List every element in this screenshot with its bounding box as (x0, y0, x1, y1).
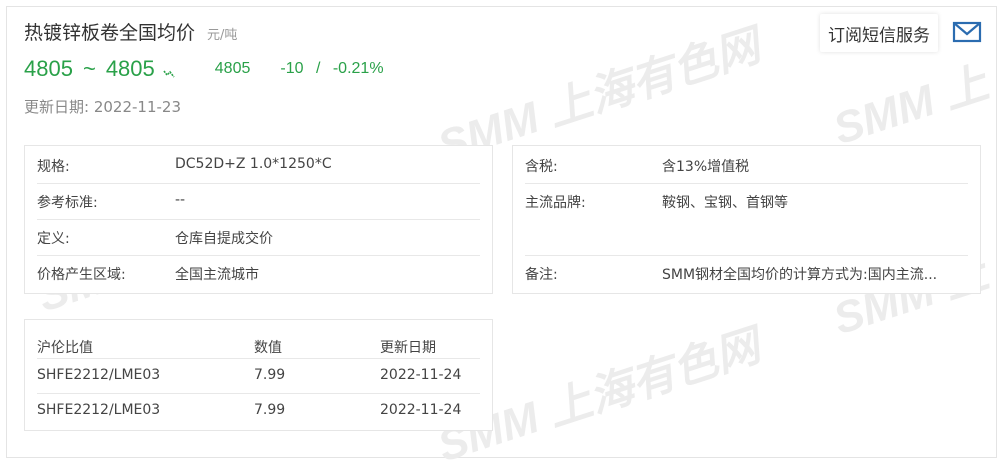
change-percent: -0.21% (332, 60, 384, 77)
price-unit: 元/吨 (207, 28, 238, 43)
mail-icon[interactable] (952, 20, 982, 48)
change-value: -10 (280, 60, 304, 77)
spec-label: 价格产生区域: (37, 267, 126, 283)
spec-value: 全国主流城市 (175, 267, 259, 283)
table-cell: SHFE2212/LME03 (37, 402, 161, 418)
spec-value: -- (175, 192, 186, 208)
spec-row: 主流品牌: 鞍钢、宝钢、首钢等 (525, 183, 968, 256)
spec-label: 备注: (525, 267, 558, 283)
table-row: SHFE2212/LME03 7.99 2022-11-24 (37, 393, 480, 428)
price-high: 4805 (105, 56, 155, 81)
price-row: 4805 ~ 4805 4805 -10 / -0.21% (24, 56, 384, 82)
spec-row: 定义: 仓库自提成交价 (37, 219, 480, 256)
spec-panel-right: 含税: 含13%增值税 主流品牌: 鞍钢、宝钢、首钢等 备注: SMM钢材全国均… (512, 145, 981, 294)
average-price: 4805 (214, 60, 251, 77)
page-title: 热镀锌板卷全国均价 (24, 22, 196, 44)
spec-panel-left: 规格: DC52D+Z 1.0*1250*C 参考标准: -- 定义: 仓库自提… (24, 145, 493, 294)
update-label: 更新日期: (24, 98, 90, 116)
price-change: -10 / -0.21% (280, 60, 383, 78)
change-separator: / (315, 60, 321, 77)
spec-row: 参考标准: -- (37, 183, 480, 220)
spec-value: 鞍钢、宝钢、首钢等 (662, 195, 788, 211)
spec-label: 主流品牌: (525, 195, 586, 211)
spec-row: 规格: DC52D+Z 1.0*1250*C (37, 147, 480, 184)
spec-value: DC52D+Z 1.0*1250*C (175, 156, 332, 172)
spec-label: 定义: (37, 231, 70, 247)
column-header: 沪伦比值 (37, 340, 93, 356)
column-header: 更新日期 (380, 340, 436, 356)
spec-label: 规格: (37, 159, 70, 175)
subscribe-sms-button[interactable]: 订阅短信服务 (820, 14, 938, 52)
table-row: SHFE2212/LME03 7.99 2022-11-24 (37, 358, 480, 394)
table-header-row: 沪伦比值 数值 更新日期 (37, 326, 480, 359)
update-date: 2022-11-23 (93, 98, 182, 116)
table-cell: 2022-11-24 (380, 367, 462, 383)
table-cell: 7.99 (254, 402, 286, 418)
spec-value: 含13%增值税 (662, 159, 750, 175)
spec-value: 仓库自提成交价 (175, 231, 273, 247)
table-cell: SHFE2212/LME03 (37, 367, 161, 383)
table-cell: 2022-11-24 (380, 402, 462, 418)
title-row: 热镀锌板卷全国均价 元/吨 (24, 18, 237, 45)
column-header: 数值 (254, 340, 282, 356)
table-cell: 7.99 (254, 367, 286, 383)
spec-row: 含税: 含13%增值税 (525, 147, 968, 184)
spec-label: 含税: (525, 159, 558, 175)
price-tilde: ~ (82, 56, 96, 81)
spec-row: 备注: SMM钢材全国均价的计算方式为:国内主流... (525, 255, 968, 291)
spec-label: 参考标准: (37, 195, 98, 211)
down-trend-icon (163, 63, 175, 82)
spec-row: 价格产生区域: 全国主流城市 (37, 255, 480, 291)
update-date-row: 更新日期: 2022-11-23 (24, 96, 181, 117)
spec-value[interactable]: SMM钢材全国均价的计算方式为:国内主流... (662, 264, 968, 284)
price-low: 4805 (24, 56, 73, 81)
ratio-table: 沪伦比值 数值 更新日期 SHFE2212/LME03 7.99 2022-11… (24, 319, 493, 431)
